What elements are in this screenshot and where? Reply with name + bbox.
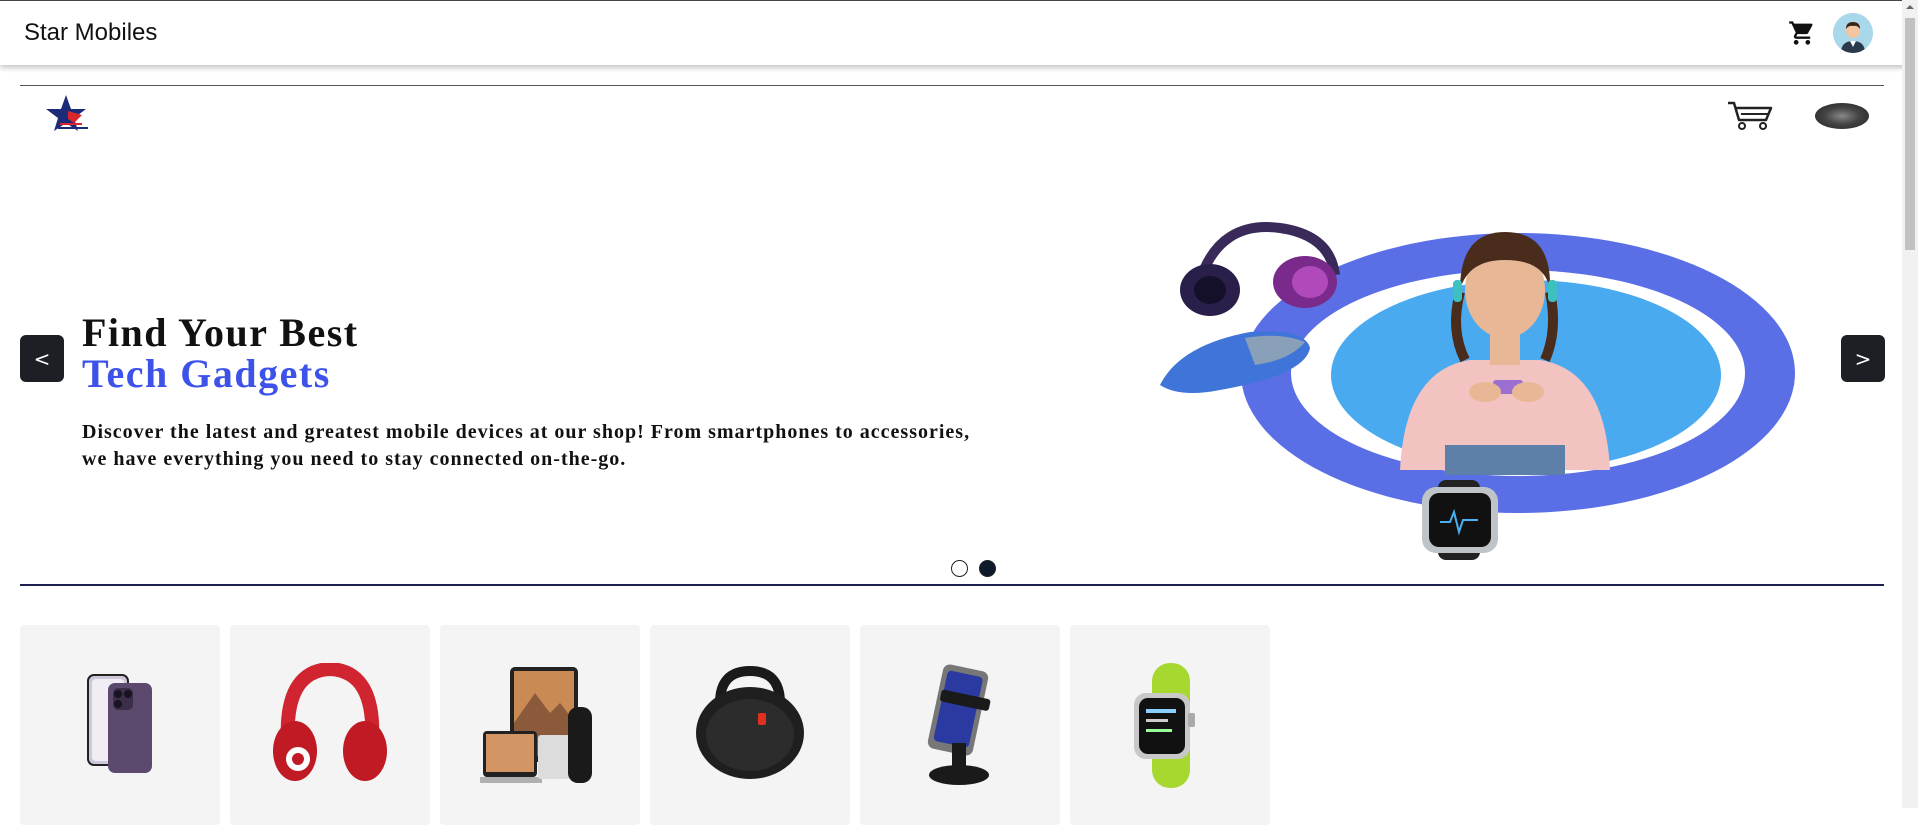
carousel-dot-2[interactable] — [979, 560, 996, 577]
phone-mount-icon — [927, 664, 991, 785]
product-card-speaker[interactable] — [650, 625, 850, 825]
carousel-dot-1[interactable] — [951, 560, 968, 577]
product-card-iphone[interactable] — [20, 625, 220, 825]
divider-top — [20, 85, 1884, 86]
floating-watch — [1422, 480, 1498, 560]
carousel-next-button[interactable]: > — [1841, 335, 1885, 382]
divider-bottom — [20, 584, 1884, 586]
scroll-up-icon[interactable] — [1905, 2, 1915, 12]
product-card-phone-mount[interactable] — [860, 625, 1060, 825]
user-photo-avatar[interactable] — [1815, 103, 1869, 129]
hero-title-line1: Find Your Best — [82, 310, 359, 355]
product-card-smartwatch[interactable] — [1070, 625, 1270, 825]
speaker-icon — [696, 665, 804, 779]
headphones-icon — [273, 663, 387, 781]
avatar-figure — [1833, 13, 1873, 53]
app-bar: Star Mobiles — [0, 0, 1918, 65]
carousel-dots — [951, 560, 996, 580]
product-grid — [20, 625, 1270, 825]
apple-devices-icon — [480, 667, 592, 783]
smartwatch-icon — [1134, 663, 1195, 788]
hero-title: Find Your Best Tech Gadgets — [82, 312, 359, 394]
hero-description: Discover the latest and greatest mobile … — [82, 421, 971, 470]
user-avatar-icon[interactable] — [1833, 13, 1873, 53]
cart-outline-icon[interactable] — [1726, 100, 1774, 130]
app-title: Star Mobiles — [24, 19, 158, 46]
product-card-apple-devices[interactable] — [440, 625, 640, 825]
product-card-headphones[interactable] — [230, 625, 430, 825]
iphone-icon — [87, 674, 152, 773]
carousel-prev-button[interactable]: < — [20, 335, 64, 382]
page-scrollbar[interactable] — [1902, 0, 1918, 808]
floating-headphones — [1180, 222, 1340, 316]
star-mobiles-logo[interactable] — [38, 93, 98, 133]
shopping-cart-icon[interactable] — [1787, 19, 1817, 47]
scrollbar-thumb[interactable] — [1905, 18, 1915, 250]
hero-illustration — [1160, 222, 1795, 560]
hero-title-line2: Tech Gadgets — [82, 351, 331, 396]
